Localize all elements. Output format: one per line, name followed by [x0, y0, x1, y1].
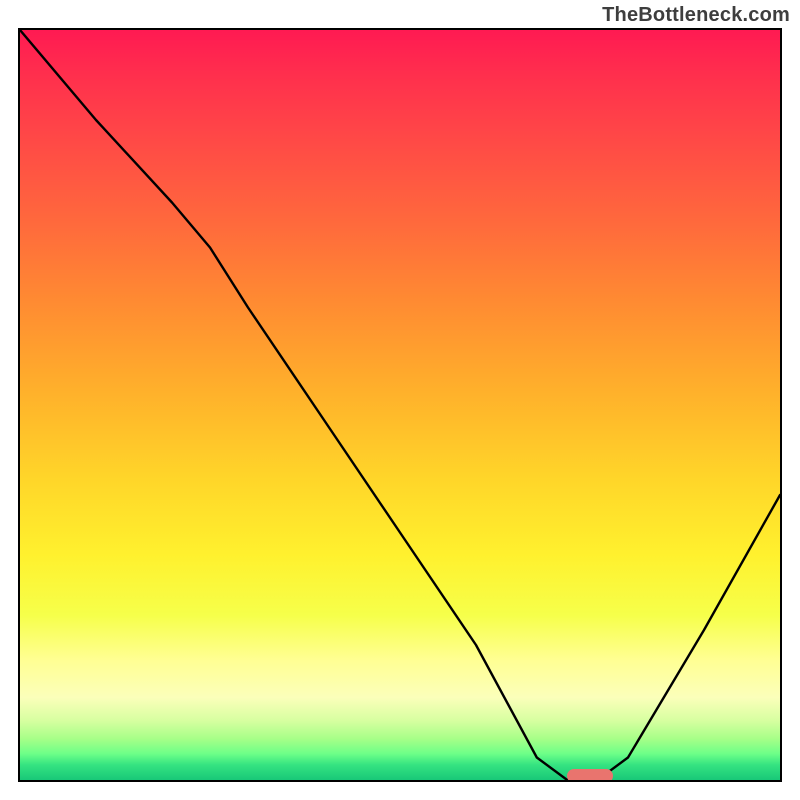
baseline-marker — [567, 769, 613, 782]
watermark-text: TheBottleneck.com — [602, 4, 790, 27]
chart-container: TheBottleneck.com — [0, 0, 800, 800]
curve-plot — [20, 30, 780, 780]
curve-line — [20, 30, 780, 780]
plot-frame — [18, 28, 782, 782]
